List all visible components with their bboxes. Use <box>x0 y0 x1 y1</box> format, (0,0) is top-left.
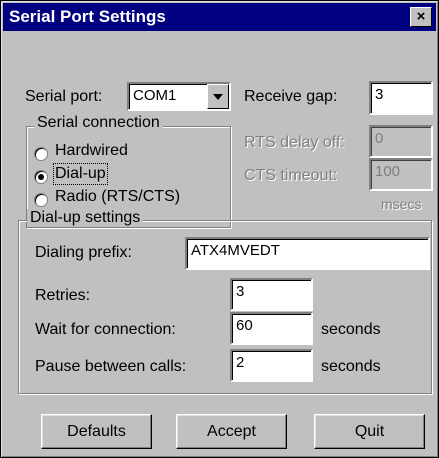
cts-timeout-input[interactable]: 100 <box>369 158 433 191</box>
defaults-button[interactable]: Defaults <box>41 414 152 449</box>
radio-radio-rts-cts[interactable] <box>34 193 48 207</box>
serial-port-settings-window: Serial Port Settings × Serial port: COM1… <box>0 0 439 458</box>
retries-input[interactable]: 3 <box>230 278 313 311</box>
receive-gap-label: Receive gap: <box>244 88 338 105</box>
chevron-down-icon[interactable] <box>207 84 229 109</box>
receive-gap-input[interactable]: 3 <box>369 81 433 115</box>
close-button[interactable]: × <box>410 7 432 27</box>
serial-port-value: COM1 <box>133 87 177 104</box>
wait-for-connection-input[interactable]: 60 <box>230 312 313 345</box>
quit-button[interactable]: Quit <box>314 414 425 449</box>
rts-delay-off-input[interactable]: 0 <box>369 125 433 158</box>
title-bar[interactable]: Serial Port Settings × <box>3 3 436 31</box>
dialup-settings-legend: Dial-up settings <box>27 209 144 227</box>
msecs-unit-label: msecs <box>381 196 422 212</box>
pause-unit-label: seconds <box>321 358 381 375</box>
dialing-prefix-value: ATX4MVEDT <box>191 242 280 259</box>
pause-between-calls-value: 2 <box>236 354 245 371</box>
dialing-prefix-label: Dialing prefix: <box>35 244 132 261</box>
rts-delay-off-value: 0 <box>375 130 384 147</box>
window-title: Serial Port Settings <box>9 7 166 26</box>
cts-timeout-label: CTS timeout: <box>244 167 338 184</box>
radio-hardwired-label[interactable]: Hardwired <box>55 142 128 160</box>
radio-radio-rts-cts-label[interactable]: Radio (RTS/CTS) <box>55 188 180 206</box>
radio-dialup-label[interactable]: Dial-up <box>53 163 108 185</box>
rts-delay-off-label: RTS delay off: <box>244 134 345 151</box>
retries-label: Retries: <box>35 287 91 304</box>
accept-button[interactable]: Accept <box>176 414 287 449</box>
radio-hardwired[interactable] <box>34 147 48 161</box>
pause-between-calls-input[interactable]: 2 <box>230 349 313 382</box>
retries-value: 3 <box>236 283 245 300</box>
wait-for-connection-value: 60 <box>236 317 253 334</box>
pause-between-calls-label: Pause between calls: <box>35 358 187 375</box>
radio-dialup[interactable] <box>34 170 48 184</box>
dialing-prefix-input[interactable]: ATX4MVEDT <box>185 237 430 270</box>
wait-for-connection-label: Wait for connection: <box>35 321 176 338</box>
wait-unit-label: seconds <box>321 321 381 338</box>
serial-port-label: Serial port: <box>25 88 103 105</box>
cts-timeout-value: 100 <box>375 163 401 180</box>
serial-connection-legend: Serial connection <box>34 114 163 132</box>
receive-gap-value: 3 <box>375 86 384 103</box>
